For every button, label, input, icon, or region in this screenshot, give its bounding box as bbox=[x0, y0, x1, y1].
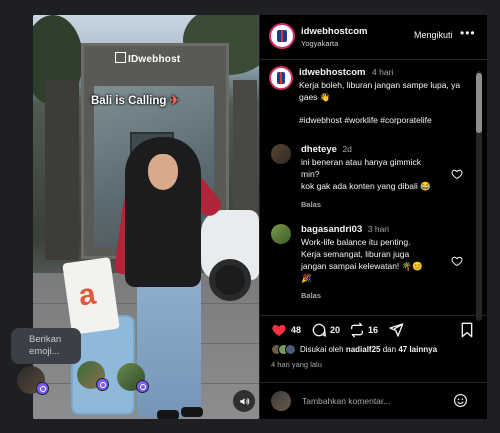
caption-header: idwebhostcom 4 hari bbox=[299, 67, 393, 78]
account-username[interactable]: idwebhostcom bbox=[301, 26, 368, 37]
more-horizontal-icon[interactable]: ••• bbox=[460, 26, 476, 40]
comment-username[interactable]: bagasandri03 bbox=[301, 224, 362, 235]
current-user-avatar bbox=[271, 391, 291, 411]
post-header: idwebhostcom Yogyakarta Mengikuti ••• bbox=[260, 15, 487, 60]
comment-text: ini beneran atau hanya gimmick bbox=[301, 157, 422, 167]
heart-outline-icon[interactable] bbox=[451, 168, 463, 180]
comment-text: Kerja semangat, liburan juga bbox=[301, 249, 410, 259]
comment-time: 2d bbox=[342, 144, 352, 154]
comment-count[interactable]: 20 bbox=[330, 325, 340, 335]
comment-text: jangan sampai kelewatan! 🌴😊 bbox=[301, 261, 423, 271]
comment-text: kok gak ada konten yang dibali 😂 bbox=[301, 181, 431, 191]
repost-count[interactable]: 16 bbox=[368, 325, 378, 335]
reply-button[interactable]: Balas bbox=[301, 200, 321, 209]
comment-username[interactable]: dheteye bbox=[301, 144, 337, 155]
add-comment-bar bbox=[260, 382, 487, 419]
comment-text: min? bbox=[301, 169, 320, 179]
tooltip-text: emoji... bbox=[29, 346, 60, 357]
comment-time: 3 hari bbox=[367, 224, 390, 234]
bookmark-icon[interactable] bbox=[460, 322, 474, 338]
comment-header: dheteye 2d bbox=[301, 144, 352, 155]
caption-hashtags[interactable]: #idwebhost #worklife #corporatelife bbox=[299, 114, 432, 126]
media-sign: IDwebhost bbox=[115, 52, 180, 65]
post-location[interactable]: Yogyakarta bbox=[301, 39, 338, 48]
media-shoe bbox=[157, 410, 179, 419]
speaker-icon bbox=[239, 397, 249, 405]
reply-button[interactable]: Balas bbox=[301, 291, 321, 300]
emoji-badge-icon bbox=[96, 378, 109, 391]
caption-avatar[interactable] bbox=[269, 66, 293, 90]
post-detail-panel: idwebhostcom Yogyakarta Mengikuti ••• id… bbox=[260, 15, 487, 419]
media-person bbox=[137, 267, 201, 417]
account-avatar[interactable] bbox=[269, 23, 295, 49]
comment-icon[interactable] bbox=[311, 322, 327, 338]
media-bag: a bbox=[62, 257, 120, 335]
media-pillar bbox=[45, 80, 79, 260]
caption-username[interactable]: idwebhostcom bbox=[299, 67, 366, 78]
emoji-icon[interactable] bbox=[453, 393, 468, 408]
comment-avatar[interactable] bbox=[271, 144, 291, 164]
comment-text: Work-life balance itu penting. bbox=[301, 237, 411, 247]
following-button[interactable]: Mengikuti bbox=[414, 30, 453, 40]
liked-by-text: Disukai oleh nadialf25 dan 47 lainnya bbox=[300, 345, 438, 354]
comment-text: 🎉 bbox=[301, 273, 312, 283]
emoji-badge-icon bbox=[136, 380, 149, 393]
caption-time: 4 hari bbox=[372, 67, 394, 77]
heart-filled-icon[interactable] bbox=[271, 322, 287, 338]
emoji-tooltip: Berikan emoji... bbox=[11, 328, 81, 364]
liked-by-user[interactable]: nadialf25 bbox=[346, 345, 381, 354]
post-timestamp: 4 hari yang lalu bbox=[271, 360, 322, 369]
comment-input[interactable] bbox=[302, 394, 452, 408]
sound-toggle-button[interactable] bbox=[233, 390, 255, 412]
tooltip-text: Berikan bbox=[29, 334, 62, 345]
caption-text: Kerja boleh, liburan jangan sampe lupa, … bbox=[299, 80, 461, 102]
comment-header: bagasandri03 3 hari bbox=[301, 224, 389, 235]
emoji-badge-icon bbox=[36, 382, 49, 395]
media-caption-overlay: Bali is Calling ✈ bbox=[91, 95, 180, 107]
media-person bbox=[148, 154, 178, 190]
comments-scrollbar[interactable] bbox=[476, 73, 482, 133]
comment-avatar[interactable] bbox=[271, 224, 291, 244]
repost-icon[interactable] bbox=[349, 322, 365, 338]
media-scooter-wheel bbox=[209, 259, 251, 301]
media-shoe bbox=[181, 407, 203, 417]
liked-by-others[interactable]: 47 lainnya bbox=[398, 345, 437, 354]
heart-outline-icon[interactable] bbox=[451, 255, 463, 267]
share-icon[interactable] bbox=[388, 322, 404, 338]
post-actions: 48 20 16 Disukai oleh nadialf25 dan 47 l… bbox=[260, 315, 487, 419]
comments-section: idwebhostcom 4 hari Kerja boleh, liburan… bbox=[260, 60, 487, 322]
like-count[interactable]: 48 bbox=[291, 325, 301, 335]
liker-avatar[interactable] bbox=[285, 344, 296, 355]
